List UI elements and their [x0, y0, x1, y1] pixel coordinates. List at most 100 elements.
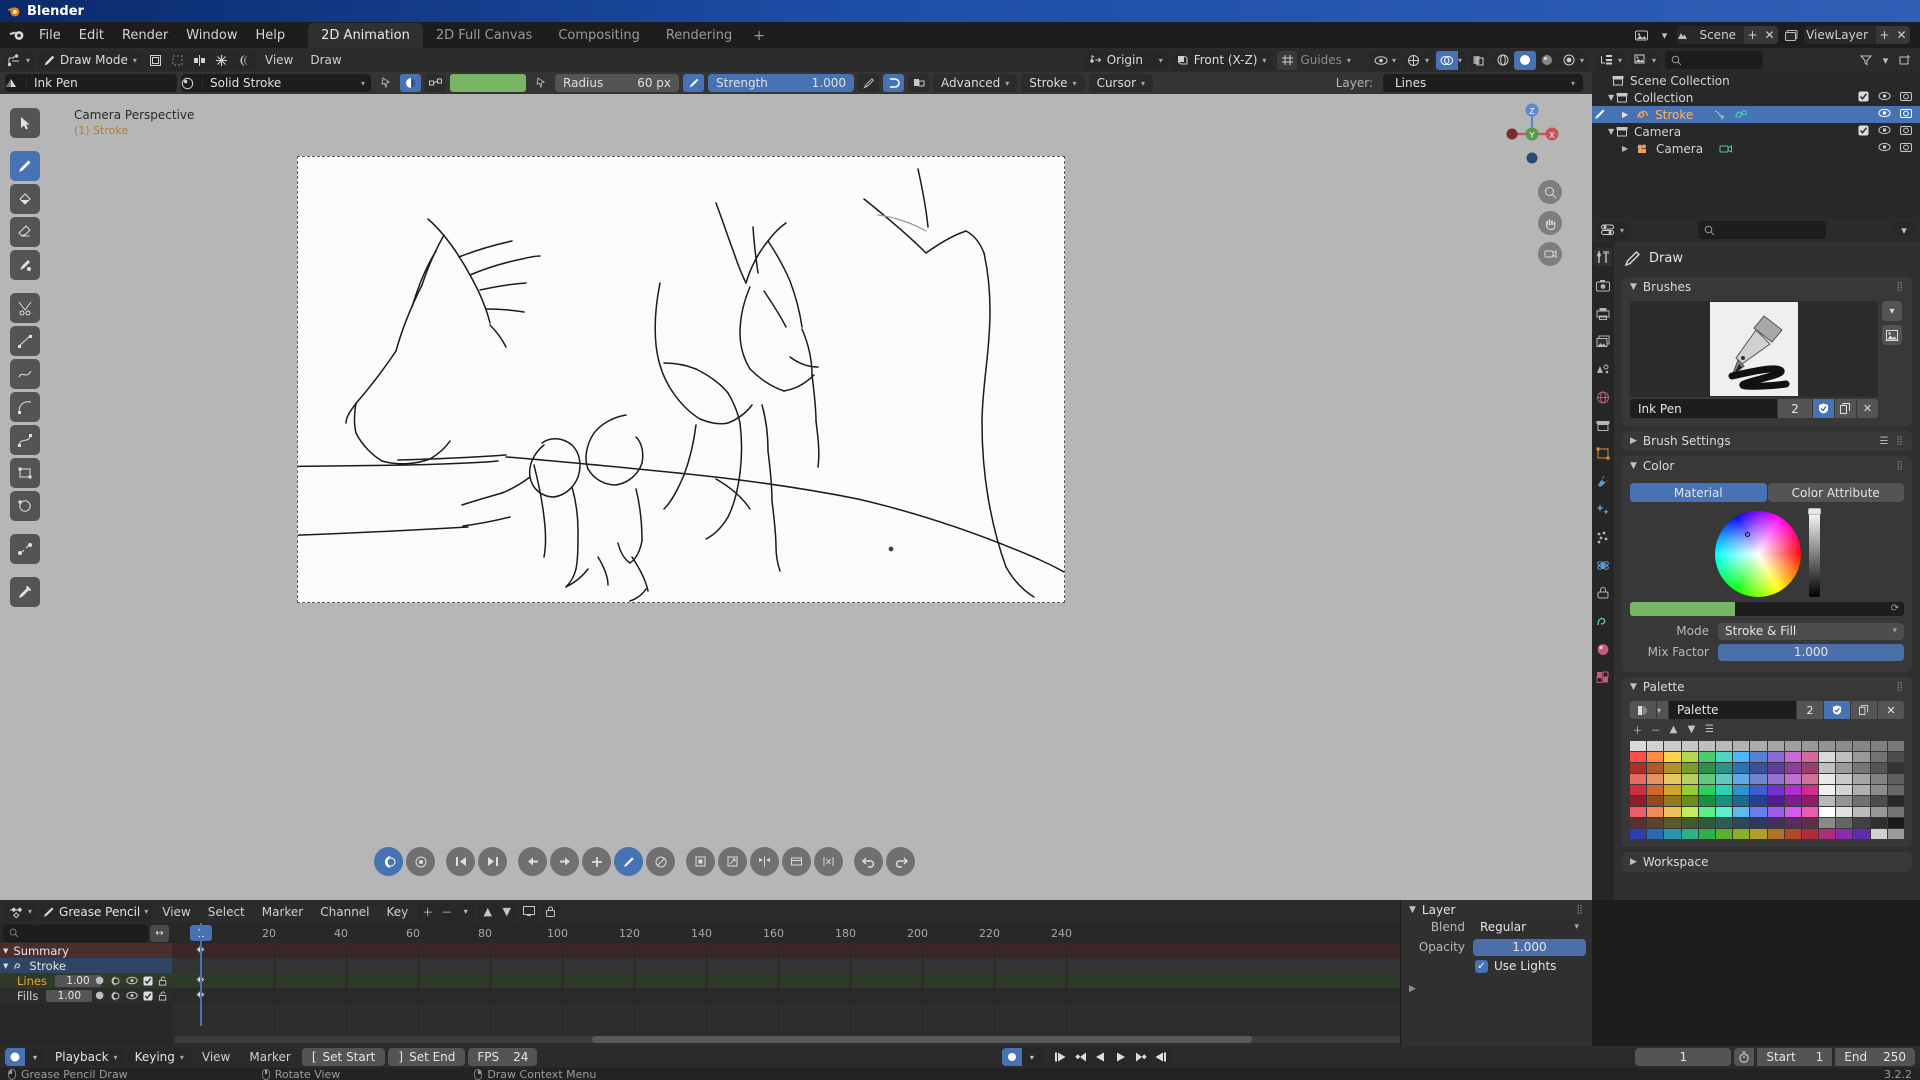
brush-selector[interactable]: Ink Pen: [5, 74, 177, 92]
visibility-icon[interactable]: [1370, 51, 1392, 70]
tweak-tool[interactable]: [10, 108, 40, 138]
current-frame-field[interactable]: 1: [1635, 1048, 1732, 1066]
output-tab[interactable]: [1594, 304, 1612, 322]
palette-swatch[interactable]: [1801, 763, 1819, 773]
palette-swatch[interactable]: [1681, 774, 1698, 784]
palette-swatch[interactable]: [1784, 818, 1801, 828]
minus-icon[interactable]: －: [437, 903, 456, 921]
add-workspace-button[interactable]: +: [745, 24, 773, 48]
palette-swatch[interactable]: [1664, 818, 1681, 828]
palette-swatch[interactable]: [1887, 829, 1904, 839]
color-panel-header[interactable]: ▼ Color ⣿: [1622, 456, 1912, 476]
palette-swatch[interactable]: [1750, 796, 1767, 806]
tab-rendering[interactable]: Rendering: [653, 23, 745, 48]
palette-swatch[interactable]: [1630, 741, 1647, 751]
stopwatch-icon[interactable]: [1734, 1048, 1755, 1066]
hand-icon[interactable]: [1538, 211, 1562, 235]
palette-swatch[interactable]: [1870, 763, 1887, 773]
plus-icon[interactable]: ＋: [1630, 722, 1645, 737]
timeline-editor-type[interactable]: ▾: [5, 1048, 45, 1066]
flip-frame-button[interactable]: [750, 847, 779, 876]
interpolate-tool[interactable]: [10, 534, 40, 564]
chevron-down-icon[interactable]: ▾: [1458, 56, 1466, 65]
palette-swatch[interactable]: [1836, 785, 1853, 795]
brush-preview-image-icon[interactable]: [1882, 325, 1902, 345]
expand-triangle-icon[interactable]: ▼: [3, 947, 8, 955]
palette-name-field[interactable]: Palette: [1669, 701, 1796, 719]
palette-swatch[interactable]: [1630, 796, 1647, 806]
palette-swatch[interactable]: [1853, 774, 1870, 784]
eye-icon[interactable]: [1878, 91, 1891, 102]
chevron-down-icon[interactable]: ▾: [1657, 701, 1668, 719]
play-reverse-icon[interactable]: [1091, 1048, 1111, 1066]
palette-swatch[interactable]: [1870, 807, 1887, 817]
dopesheet-menu-select[interactable]: Select: [201, 905, 252, 919]
palette-swatch[interactable]: [1784, 752, 1801, 762]
chevron-down-icon[interactable]: ▾: [1425, 56, 1433, 65]
palette-swatch[interactable]: [1733, 796, 1750, 806]
palette-swatch[interactable]: [1819, 774, 1836, 784]
palette-swatch[interactable]: [1784, 774, 1801, 784]
palette-swatch[interactable]: [1715, 752, 1733, 762]
dopesheet-menu-view[interactable]: View: [155, 905, 197, 919]
dopesheet-horizontal-scrollbar[interactable]: [172, 1036, 1592, 1045]
palette-swatch[interactable]: [1853, 829, 1870, 839]
browse-brush-chevron-down-icon[interactable]: ▾: [1882, 301, 1902, 321]
palette-swatch[interactable]: [1870, 774, 1887, 784]
down-icon[interactable]: ▼: [497, 903, 516, 921]
set-start-button[interactable]: [ Set Start: [301, 1048, 386, 1066]
viewport-menu-draw[interactable]: Draw: [303, 53, 348, 67]
palette-swatch[interactable]: [1715, 774, 1733, 784]
fake-user-icon[interactable]: [1824, 701, 1850, 719]
palette-swatch[interactable]: [1887, 752, 1904, 762]
plus-icon[interactable]: ＋: [418, 903, 437, 921]
chevron-down-icon[interactable]: ▾: [1392, 56, 1400, 65]
palette-swatch[interactable]: [1698, 785, 1715, 795]
palette-swatch[interactable]: [1819, 785, 1836, 795]
stroke-dropdown[interactable]: Stroke ▾: [1021, 74, 1085, 92]
drag-handle-icon[interactable]: ⣿: [1896, 461, 1904, 471]
new-scene-button[interactable]: +: [1744, 26, 1762, 44]
timeline-menu-view[interactable]: View: [194, 1050, 238, 1064]
palette-swatch[interactable]: [1715, 829, 1733, 839]
palette-swatch[interactable]: [1733, 741, 1750, 751]
mode-value[interactable]: Stroke & Fill ▾: [1718, 622, 1904, 640]
menu-window[interactable]: Window: [177, 25, 246, 46]
cutter-tool[interactable]: [10, 293, 40, 323]
prev-keyframe-icon[interactable]: [1071, 1048, 1091, 1066]
palette-swatch[interactable]: [1836, 807, 1853, 817]
palette-panel-header[interactable]: ▼ Palette ⣿: [1622, 677, 1912, 697]
draw-mode-toggle[interactable]: [614, 847, 643, 876]
strength-pressure-icon[interactable]: [858, 74, 879, 92]
arc-tool[interactable]: [10, 392, 40, 422]
palette-swatch[interactable]: [1836, 752, 1853, 762]
guides-selector[interactable]: Guides ▾: [1274, 50, 1356, 70]
drag-handle-icon[interactable]: ⣿: [1896, 436, 1904, 446]
drag-handle-icon[interactable]: ⣿: [1576, 905, 1584, 915]
track-stroke[interactable]: [172, 958, 1592, 973]
palette-swatch[interactable]: [1630, 752, 1647, 762]
palette-swatch[interactable]: [1870, 818, 1887, 828]
pin-icon[interactable]: [530, 74, 551, 92]
palette-swatch[interactable]: [1801, 752, 1819, 762]
x-icon[interactable]: ✕: [1857, 399, 1878, 418]
undo-button[interactable]: [854, 847, 883, 876]
palette-swatch[interactable]: [1630, 807, 1647, 817]
pivot-point-selector[interactable]: Origin ▾: [1083, 50, 1168, 70]
palette-swatch[interactable]: [1630, 774, 1647, 784]
pin-icon[interactable]: [375, 74, 396, 92]
end-frame-field[interactable]: End 250: [1835, 1048, 1916, 1066]
menu-edit[interactable]: Edit: [70, 25, 113, 46]
palette-swatch[interactable]: [1801, 818, 1819, 828]
palette-swatch[interactable]: [1647, 796, 1664, 806]
onion-skin-icon[interactable]: [233, 51, 255, 70]
collection-tab[interactable]: [1594, 416, 1612, 434]
use-lights-row[interactable]: ✓ Use Lights: [1475, 959, 1586, 973]
palette-swatch[interactable]: [1630, 785, 1647, 795]
brush-users-count[interactable]: 2: [1778, 399, 1812, 418]
viewport-3d[interactable]: Camera Perspective (1) Stroke Z X Y: [0, 94, 1592, 900]
track-fills[interactable]: [172, 988, 1592, 1003]
palette-swatch[interactable]: [1887, 763, 1904, 773]
expand-channels-icon[interactable]: ↔: [150, 924, 169, 942]
palette-swatch[interactable]: [1698, 752, 1715, 762]
